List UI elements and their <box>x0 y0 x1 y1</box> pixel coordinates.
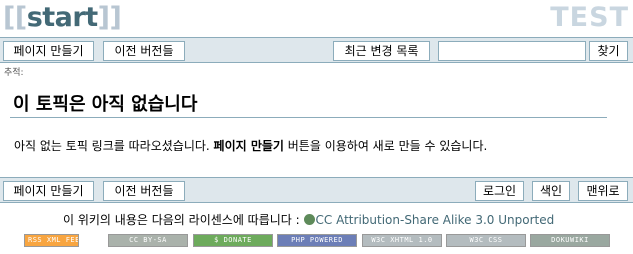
create-page-button[interactable]: 페이지 만들기 <box>3 41 94 61</box>
logo-start-link[interactable]: start <box>27 2 98 33</box>
license-link[interactable]: CC Attribution-Share Alike 3.0 Unported <box>316 213 555 227</box>
license-notice: 이 위키의 내용은 다음의 라이센스에 따릅니다 : CC Attributio… <box>63 211 554 228</box>
site-name: TEST <box>550 2 629 33</box>
bottom-toolbar: 페이지 만들기 이전 버전들 로그인 색인 맨위로 <box>0 177 633 203</box>
title-divider <box>10 117 607 118</box>
w3c-xhtml-badge-label: W3C XHTML 1.0 <box>371 236 433 244</box>
w3c-css-badge-label: W3C CSS <box>469 236 503 244</box>
logo-open-brackets: [[ <box>3 2 27 33</box>
index-button[interactable]: 색인 <box>532 181 570 201</box>
footer-badges: RSS XML FEED CC BY-SA $ DONATE PHP POWER… <box>24 234 624 248</box>
page-title: 이 토픽은 아직 없습니다 <box>13 94 198 115</box>
php-powered-badge[interactable]: PHP POWERED <box>277 234 357 247</box>
breadcrumb: 추적: <box>4 68 24 78</box>
old-revisions-button-bottom[interactable]: 이전 버전들 <box>103 181 185 201</box>
body-text-bold: 페이지 만들기 <box>213 139 284 153</box>
search-button[interactable]: 찾기 <box>589 41 628 61</box>
cc-by-sa-badge-label: CC BY-SA <box>129 236 167 244</box>
rss-feed-badge-label: RSS XML FEED <box>28 236 79 244</box>
cc-by-sa-badge[interactable]: CC BY-SA <box>108 234 188 247</box>
page-body-text: 아직 없는 토픽 링크를 따라오셨습니다. 페이지 만들기 버튼을 이용하여 새… <box>14 137 487 154</box>
login-button[interactable]: 로그인 <box>475 181 524 201</box>
php-powered-badge-label: PHP POWERED <box>291 236 343 244</box>
w3c-xhtml-badge[interactable]: W3C XHTML 1.0 <box>362 234 442 247</box>
site-logo[interactable]: [[start]] <box>3 2 122 33</box>
body-text-before: 아직 없는 토픽 링크를 따라오셨습니다. <box>14 139 214 153</box>
search-input[interactable] <box>438 41 586 61</box>
logo-close-brackets: ]] <box>97 2 122 33</box>
back-to-top-button[interactable]: 맨위로 <box>578 181 628 201</box>
top-toolbar: 페이지 만들기 이전 버전들 최근 변경 목록 찾기 <box>0 37 633 63</box>
body-text-after: 버튼을 이용하여 새로 만들 수 있습니다. <box>283 139 488 153</box>
dokuwiki-badge[interactable]: DOKUWIKI <box>530 234 610 247</box>
recent-changes-button[interactable]: 최근 변경 목록 <box>333 41 430 61</box>
donate-badge[interactable]: $ DONATE <box>193 234 273 247</box>
page-header: [[start]] TEST <box>0 0 633 38</box>
donate-badge-label: $ DONATE <box>214 236 252 244</box>
create-page-button-bottom[interactable]: 페이지 만들기 <box>3 181 94 201</box>
rss-feed-badge[interactable]: RSS XML FEED <box>24 234 79 247</box>
cc-license-icon <box>303 214 315 225</box>
license-text: 이 위키의 내용은 다음의 라이센스에 따릅니다 : <box>63 213 300 227</box>
w3c-css-badge[interactable]: W3C CSS <box>446 234 526 247</box>
dokuwiki-badge-label: DOKUWIKI <box>551 236 589 244</box>
old-revisions-button[interactable]: 이전 버전들 <box>103 41 185 61</box>
